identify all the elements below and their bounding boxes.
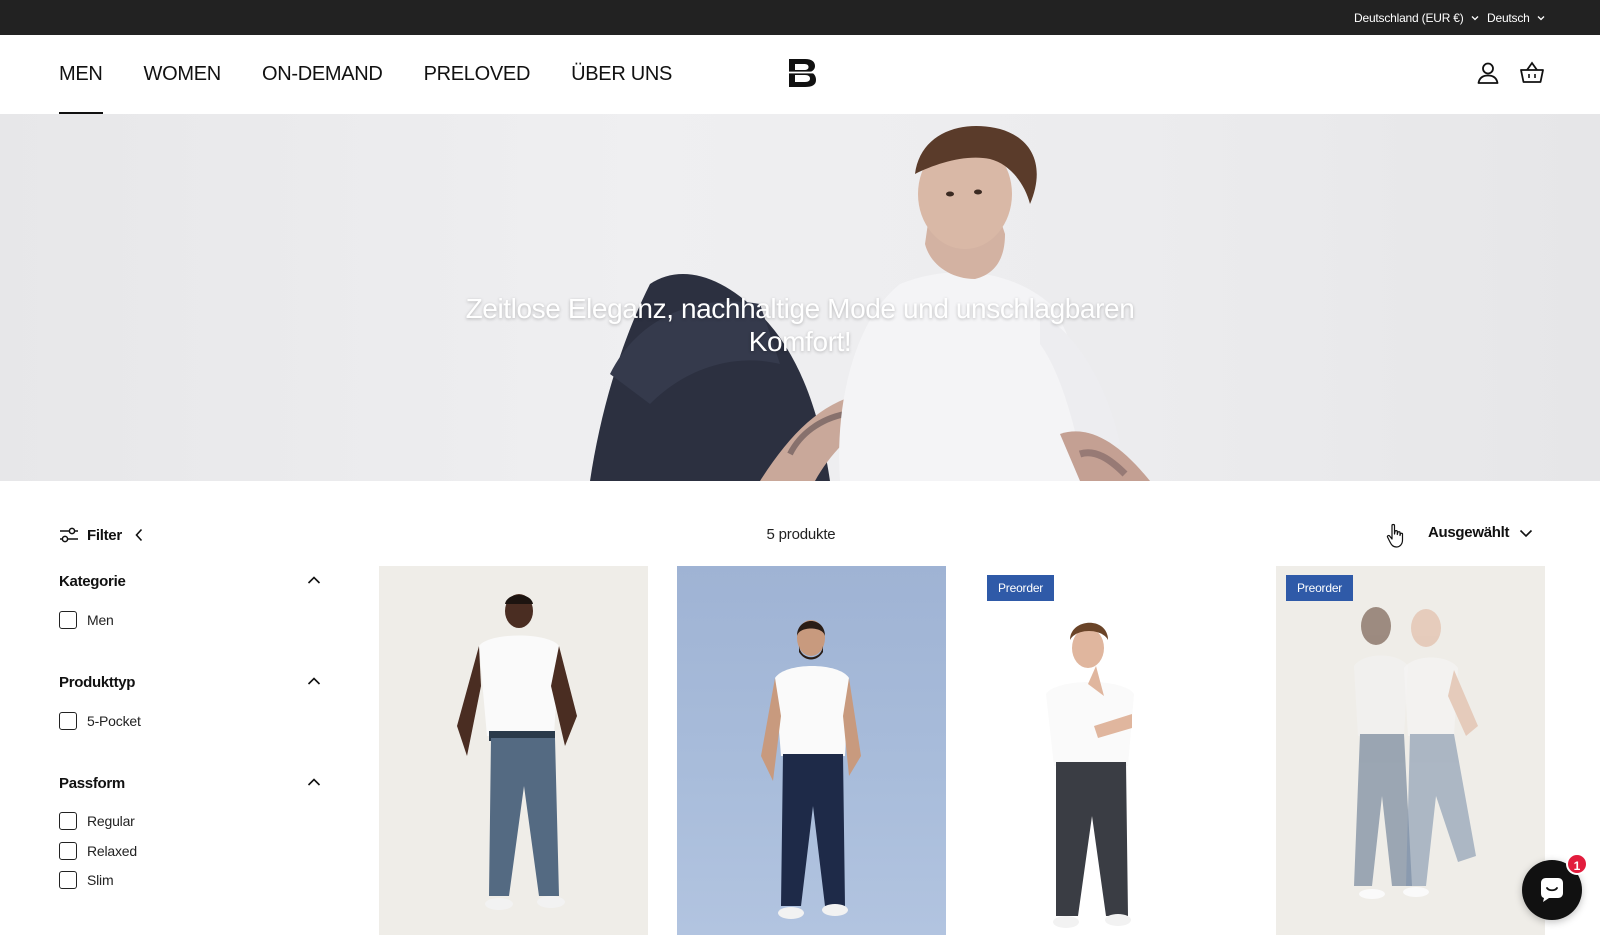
filter-option-5-pocket[interactable]: 5-Pocket [59,711,141,731]
filter-option-relaxed[interactable]: Relaxed [59,841,137,861]
chat-bubble-icon [1541,878,1563,902]
filter-option-label: Relaxed [87,843,137,859]
nav-item-women[interactable]: WOMEN [144,35,222,114]
product-count: 5 produkte [766,526,836,543]
filter-option-slim[interactable]: Slim [59,870,114,890]
product-card[interactable]: Preorder [976,566,1245,935]
country-selector[interactable]: Deutschland (EUR €) [1354,0,1480,35]
notification-count-badge: 1 [1566,853,1588,875]
checkbox[interactable] [59,712,77,730]
filter-group-produkttyp: Produkttyp 5-Pocket [59,673,321,733]
product-image [761,620,861,919]
checkbox[interactable] [59,842,77,860]
filter-toggle[interactable]: Filter [59,524,144,546]
chevron-left-icon[interactable] [134,528,144,542]
nav-item-on-demand[interactable]: ON-DEMAND [262,35,383,114]
hero-title: Zeitlose Eleganz, nachhaltige Mode und u… [465,293,1135,357]
nav-item-ueber-uns[interactable]: ÜBER UNS [571,35,672,114]
product-image [1046,622,1134,928]
sort-dropdown[interactable]: Ausgewählt [1428,524,1533,541]
site-header: MEN WOMEN ON-DEMAND PRELOVED ÜBER UNS [0,35,1600,114]
filter-option-label: 5-Pocket [87,713,141,729]
chevron-down-icon [1520,529,1533,537]
product-card[interactable] [677,566,946,935]
nav-item-men[interactable]: MEN [59,35,103,114]
nav-item-preloved[interactable]: PRELOVED [424,35,531,114]
preorder-badge: Preorder [1286,575,1354,601]
user-icon[interactable] [1475,60,1501,86]
chevron-up-icon[interactable] [307,676,321,686]
basket-icon[interactable] [1519,60,1545,86]
chevron-down-icon [1471,15,1479,20]
brand-logo[interactable] [787,57,817,89]
sort-label: Ausgewählt [1428,524,1510,541]
filter-option-label: Regular [87,813,135,829]
checkbox[interactable] [59,611,77,629]
filter-option-label: Slim [87,872,114,888]
checkbox[interactable] [59,812,77,830]
filter-label: Filter [87,526,122,544]
filter-option-regular[interactable]: Regular [59,811,135,831]
filter-group-kategorie: Kategorie Men [59,572,321,632]
filter-option-label: Men [87,612,114,628]
checkbox[interactable] [59,871,77,889]
preorder-badge: Preorder [987,575,1055,601]
chat-widget-button[interactable]: 1 [1522,853,1588,920]
filter-group-title[interactable]: Kategorie [59,572,321,592]
filter-group-passform: Passform Regular Relaxed Slim [59,774,321,894]
product-card[interactable] [379,566,648,935]
language-selector-label: Deutsch [1487,10,1530,25]
top-utility-bar: Deutschland (EUR €) Deutsch [0,0,1600,35]
language-selector[interactable]: Deutsch [1487,0,1546,35]
country-selector-label: Deutschland (EUR €) [1354,10,1464,25]
product-image [1354,607,1478,899]
chevron-up-icon[interactable] [307,777,321,787]
product-card[interactable]: Preorder [1276,566,1545,935]
filter-group-title[interactable]: Passform [59,774,321,794]
filter-option-men[interactable]: Men [59,610,114,630]
filter-group-title[interactable]: Produkttyp [59,673,321,693]
hero-banner: Zeitlose Eleganz, nachhaltige Mode und u… [0,114,1600,481]
chevron-up-icon[interactable] [307,575,321,585]
product-image [457,594,577,910]
filter-sliders-icon [60,527,78,543]
main-nav: MEN WOMEN ON-DEMAND PRELOVED ÜBER UNS [59,35,713,114]
chevron-down-icon [1537,15,1545,20]
hand-pointer-icon [1386,523,1404,548]
